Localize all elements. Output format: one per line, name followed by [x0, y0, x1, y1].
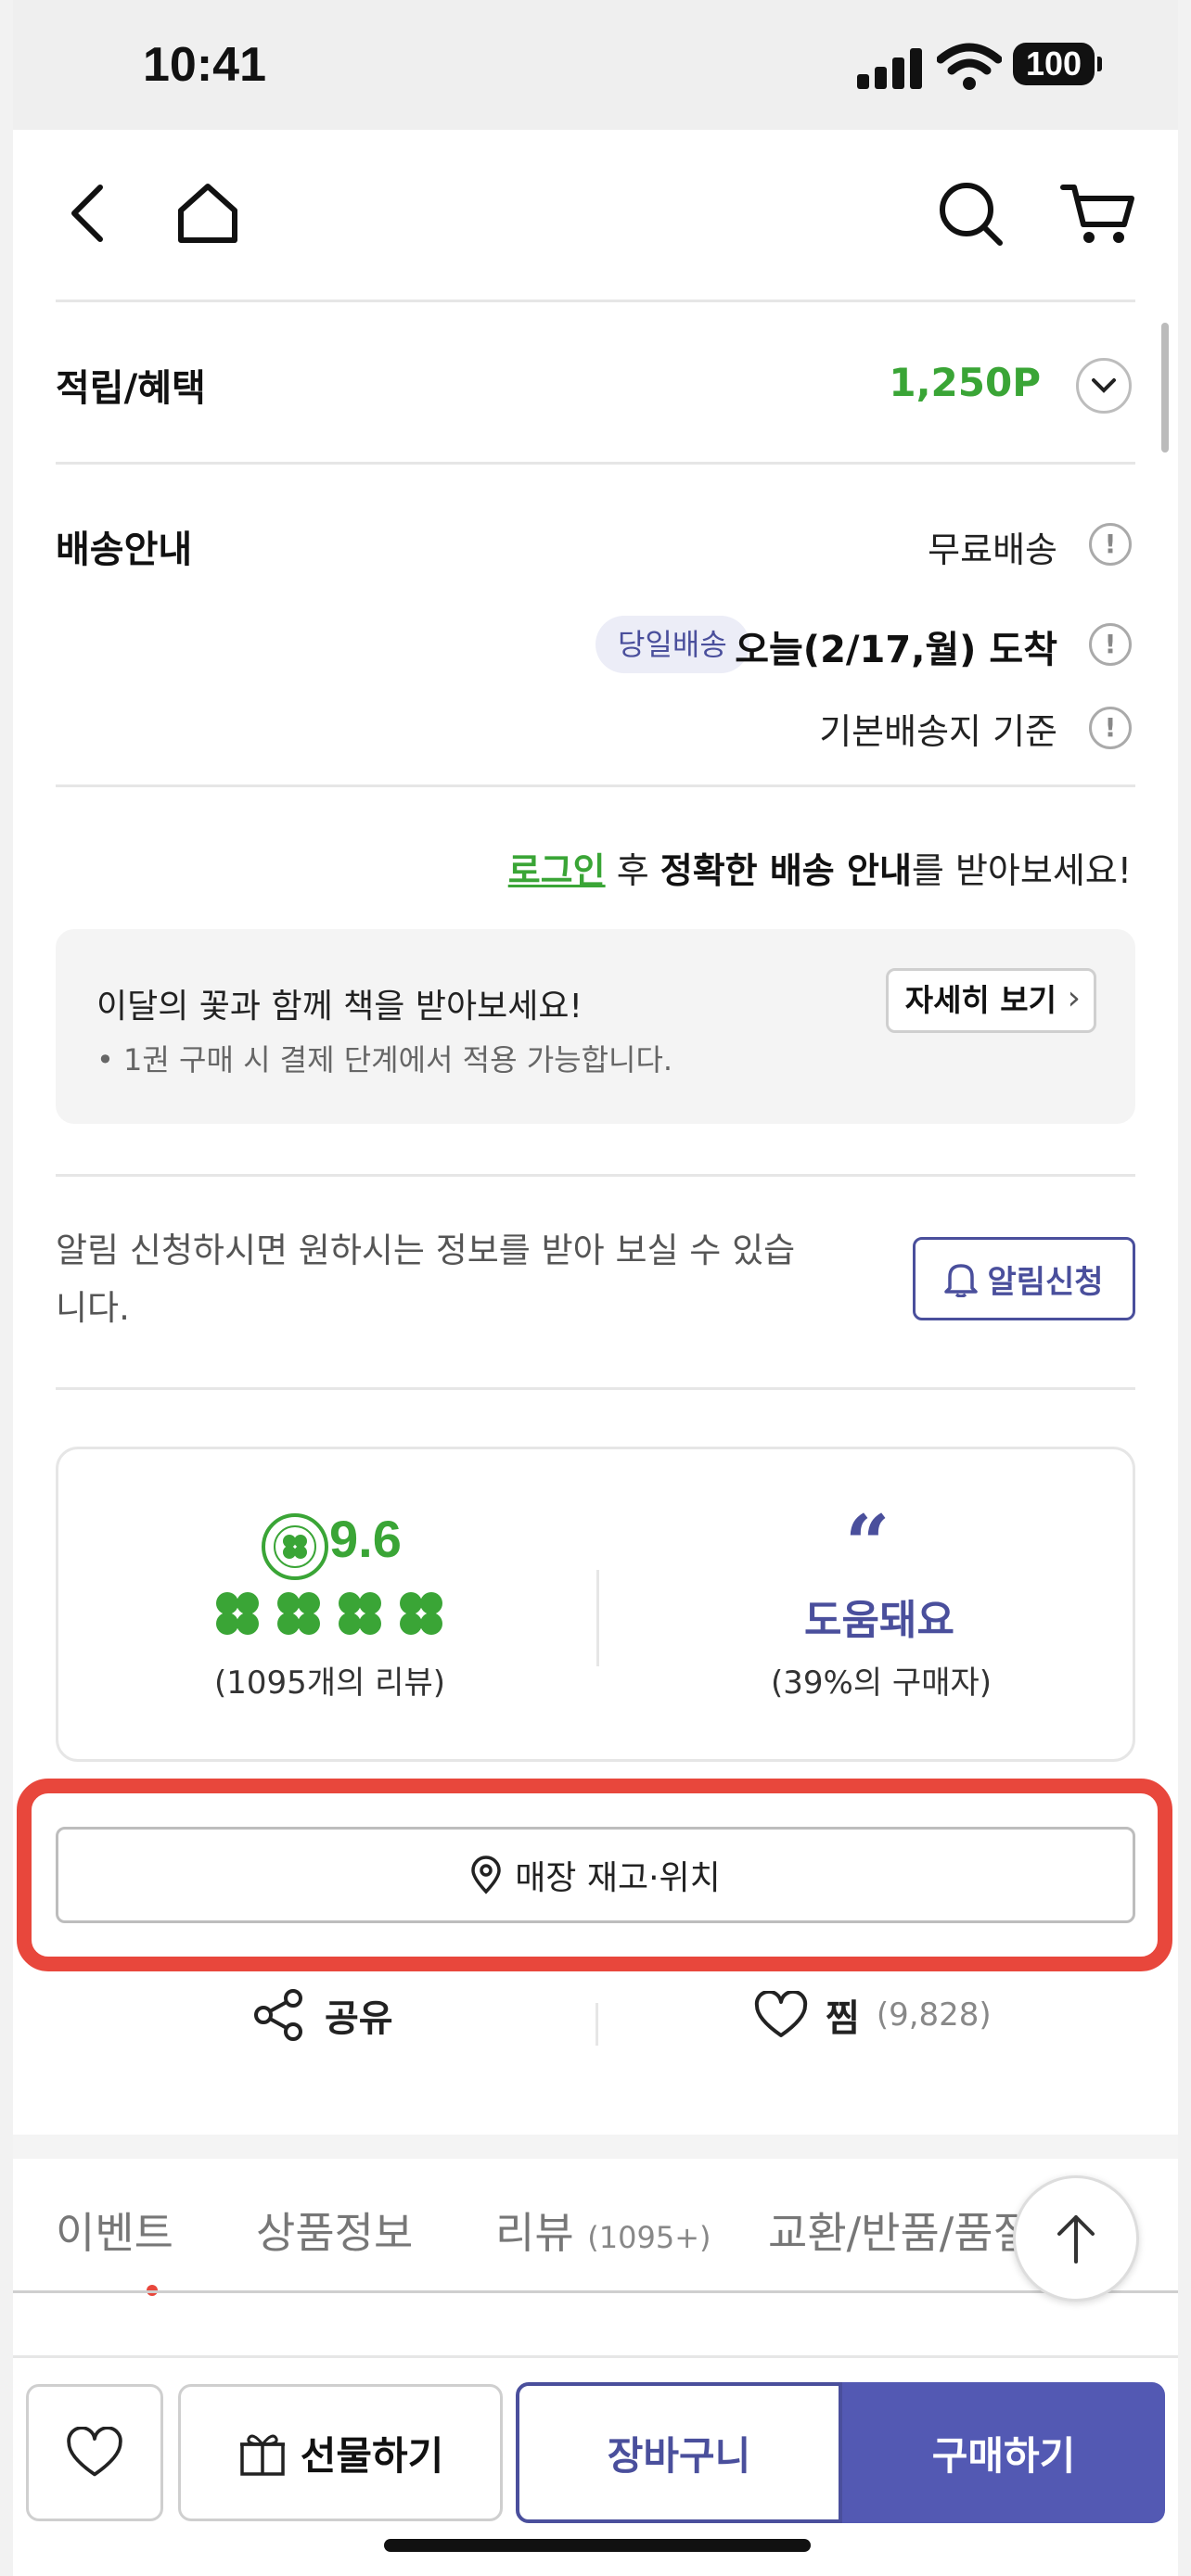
login-link[interactable]: 로그인 — [508, 850, 606, 891]
tab-bar: 이벤트 상품정보 리뷰 (1095+) 교환/반품/품절 — [13, 2159, 1178, 2292]
review-summary-card[interactable]: 9.6 (1095개의 리뷰) “ 도움돼요 (39%의 구매자) — [56, 1447, 1135, 1762]
divider — [596, 1570, 599, 1666]
shipping-fee: 무료배송 — [928, 529, 1057, 570]
wish-button[interactable]: 찜 (9,828) — [753, 1988, 992, 2042]
home-icon — [178, 184, 237, 243]
rewards-label: 적립/혜택 — [56, 367, 206, 410]
arrow-up-icon — [1057, 2215, 1095, 2264]
tab-event[interactable]: 이벤트 — [56, 2200, 173, 2261]
divider — [56, 300, 1135, 302]
review-score: 9.6 — [329, 1510, 402, 1568]
section-separator — [13, 2135, 1178, 2159]
scroll-to-top-button[interactable] — [1013, 2175, 1139, 2302]
tab-exchange-return[interactable]: 교환/반품/품절 — [768, 2200, 1032, 2261]
see-details-button[interactable]: 자세히 보기 — [885, 968, 1096, 1033]
shipping-label: 배송안내 — [56, 529, 193, 571]
divider — [596, 2003, 598, 2046]
gift-button[interactable]: 선물하기 — [178, 2384, 503, 2521]
gift-icon — [239, 2434, 285, 2476]
cart-icon — [1060, 185, 1134, 243]
tab-product-info[interactable]: 상품정보 — [256, 2200, 413, 2261]
review-count: (1095개의 리뷰) — [214, 1664, 445, 1702]
notify-description: 알림 신청하시면 원하시는 정보를 받아 보실 수 있습니다. — [56, 1231, 796, 1328]
rewards-expand-button[interactable] — [1076, 358, 1132, 414]
back-button[interactable] — [50, 176, 124, 250]
same-day-badge: 당일배송 — [596, 616, 749, 673]
search-button[interactable] — [931, 174, 1009, 252]
share-button[interactable]: 공유 — [252, 1988, 393, 2042]
arrival-date: 오늘(2/17,월) 도착 — [735, 629, 1057, 671]
clover-icon — [339, 1592, 381, 1635]
store-stock-location-button[interactable]: 매장 재고·위치 — [56, 1827, 1135, 1923]
rewards-points: 1,250P — [889, 360, 1041, 405]
buy-now-button[interactable]: 구매하기 — [842, 2382, 1165, 2523]
divider — [56, 1174, 1135, 1177]
divider — [56, 462, 1135, 465]
clover-rating — [212, 1588, 446, 1639]
battery-indicator: 100 — [1013, 43, 1102, 85]
helpful-buyers: (39%의 구매자) — [771, 1664, 992, 1702]
home-button[interactable] — [169, 174, 247, 252]
divider — [56, 784, 1135, 787]
tab-review[interactable]: 리뷰 (1095+) — [495, 2200, 711, 2261]
wish-count: (9,828) — [876, 1996, 992, 2034]
notify-button[interactable]: 알림신청 — [913, 1237, 1135, 1320]
status-time: 10:41 — [143, 38, 266, 92]
chevron-left-icon — [71, 185, 103, 242]
share-icon — [254, 1989, 302, 2041]
signal-icon — [857, 45, 922, 89]
tab-underline — [13, 2290, 1178, 2293]
info-icon[interactable]: ! — [1089, 707, 1132, 749]
login-notice: 로그인 후 정확한 배송 안내를 받아보세요! — [507, 850, 1132, 891]
add-to-cart-button[interactable]: 장바구니 — [516, 2382, 842, 2523]
feel-lucky-logo — [262, 1513, 328, 1580]
wifi-icon — [937, 43, 1002, 90]
app-screen: 10:41 100 적립/혜택 1,250P 배송안내 무료배송 ! 당일배송 … — [13, 0, 1178, 2576]
search-icon — [940, 183, 1003, 246]
location-pin-icon — [471, 1855, 501, 1894]
quote-icon: “ — [845, 1498, 890, 1589]
home-indicator — [384, 2539, 811, 2552]
chevron-down-icon — [1092, 378, 1116, 393]
info-icon[interactable]: ! — [1089, 523, 1132, 566]
scrollbar[interactable] — [1161, 323, 1169, 453]
info-icon[interactable]: ! — [1089, 623, 1132, 666]
status-bar: 10:41 100 — [13, 0, 1178, 130]
promo-subtitle: • 1권 구매 시 결제 단계에서 적용 가능합니다. — [96, 1042, 673, 1078]
top-nav — [13, 130, 1178, 300]
heart-icon — [67, 2427, 122, 2477]
clover-icon — [216, 1592, 259, 1635]
wishlist-button[interactable] — [26, 2384, 163, 2521]
helpful-label: 도움돼요 — [804, 1597, 954, 1644]
promo-title: 이달의 꽃과 함께 책을 받아보세요! — [96, 988, 583, 1026]
clover-icon — [400, 1592, 442, 1635]
clover-icon — [277, 1592, 320, 1635]
heart-icon — [754, 1991, 808, 2037]
shipping-basis: 기본배송지 기준 — [819, 711, 1057, 752]
cart-button[interactable] — [1056, 174, 1139, 252]
flower-promo-card: 이달의 꽃과 함께 책을 받아보세요! • 1권 구매 시 결제 단계에서 적용… — [56, 929, 1135, 1124]
bell-icon — [944, 1264, 979, 1297]
divider — [56, 1387, 1135, 1390]
